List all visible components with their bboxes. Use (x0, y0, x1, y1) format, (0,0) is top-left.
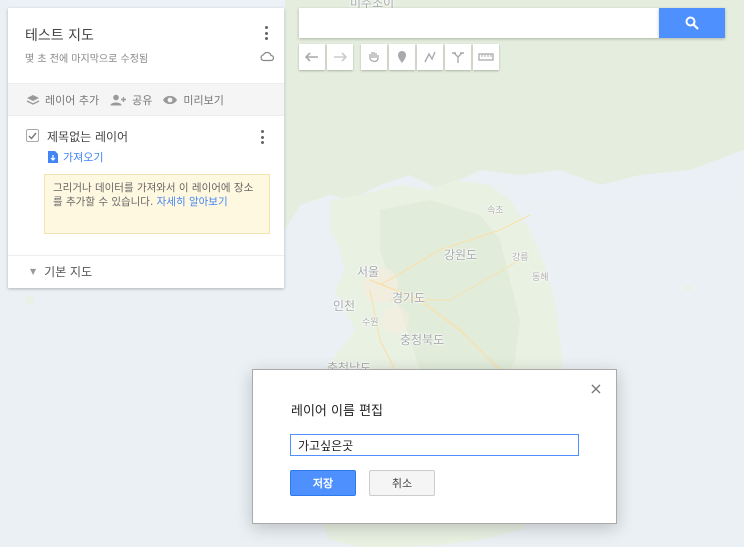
map-sidebar-panel: 테스트 지도 몇 초 전에 마지막으로 수정됨 레이어 추가 공유 미리보기 제… (8, 8, 284, 288)
cancel-button[interactable]: 취소 (369, 470, 435, 496)
import-file-icon (48, 151, 58, 163)
redo-button[interactable] (327, 44, 353, 70)
layer-name[interactable]: 제목없는 레이어 (47, 128, 128, 145)
layer-hint-box: 그리거나 데이터를 가져와서 이 레이어에 장소를 추가할 수 있습니다. 자세… (44, 174, 270, 234)
search-icon (685, 16, 699, 30)
draw-line-button[interactable] (417, 44, 443, 70)
edit-layer-name-dialog: × 레이어 이름 편집 저장 취소 (252, 369, 617, 524)
search-input[interactable] (299, 8, 659, 38)
dialog-title: 레이어 이름 편집 (291, 404, 383, 419)
draw-line-icon (424, 51, 436, 63)
base-map-label: 기본 지도 (44, 264, 93, 279)
measure-button[interactable] (473, 44, 499, 70)
last-modified-text: 몇 초 전에 마지막으로 수정됨 (25, 54, 149, 65)
layer-name-input[interactable] (290, 434, 579, 456)
marker-icon (398, 51, 406, 63)
learn-more-link[interactable]: 자세히 알아보기 (157, 196, 228, 208)
cloud-saved-icon (260, 51, 274, 62)
map-toolbar (299, 44, 507, 70)
share-label: 공유 (132, 93, 153, 107)
preview-label: 미리보기 (183, 93, 224, 107)
save-button[interactable]: 저장 (290, 470, 356, 496)
add-layer-button[interactable]: 레이어 추가 (26, 92, 99, 108)
import-link[interactable]: 가져오기 (48, 149, 103, 165)
panel-header: 테스트 지도 몇 초 전에 마지막으로 수정됨 (8, 8, 284, 84)
hand-icon (369, 52, 379, 63)
checkmark-icon (28, 132, 37, 140)
directions-button[interactable] (445, 44, 471, 70)
layer-item: 제목없는 레이어 가져오기 그리거나 데이터를 가져와서 이 레이어에 장소를 … (8, 116, 284, 256)
panel-actions-bar: 레이어 추가 공유 미리보기 (8, 84, 284, 116)
map-options-menu-icon[interactable] (258, 24, 274, 42)
close-icon[interactable]: × (589, 381, 603, 397)
preview-button[interactable]: 미리보기 (162, 92, 224, 108)
share-button[interactable]: 공유 (109, 92, 152, 108)
pan-tool-button[interactable] (361, 44, 387, 70)
caret-down-icon: ▼ (30, 266, 37, 276)
directions-icon (452, 52, 464, 63)
map-title[interactable]: 테스트 지도 (25, 25, 94, 45)
base-map-toggle[interactable]: ▼ 기본 지도 (8, 256, 284, 286)
layers-icon (26, 94, 40, 105)
undo-icon (305, 52, 318, 62)
add-person-icon (110, 94, 127, 105)
add-layer-label: 레이어 추가 (45, 93, 100, 107)
layer-visibility-checkbox[interactable] (26, 129, 39, 142)
search-button[interactable] (659, 8, 725, 38)
undo-button[interactable] (299, 44, 325, 70)
redo-icon (334, 52, 347, 62)
import-label: 가져오기 (63, 151, 104, 164)
layer-options-menu-icon[interactable] (254, 128, 270, 146)
ruler-icon (478, 53, 494, 61)
eye-icon (163, 95, 178, 104)
add-marker-button[interactable] (389, 44, 415, 70)
